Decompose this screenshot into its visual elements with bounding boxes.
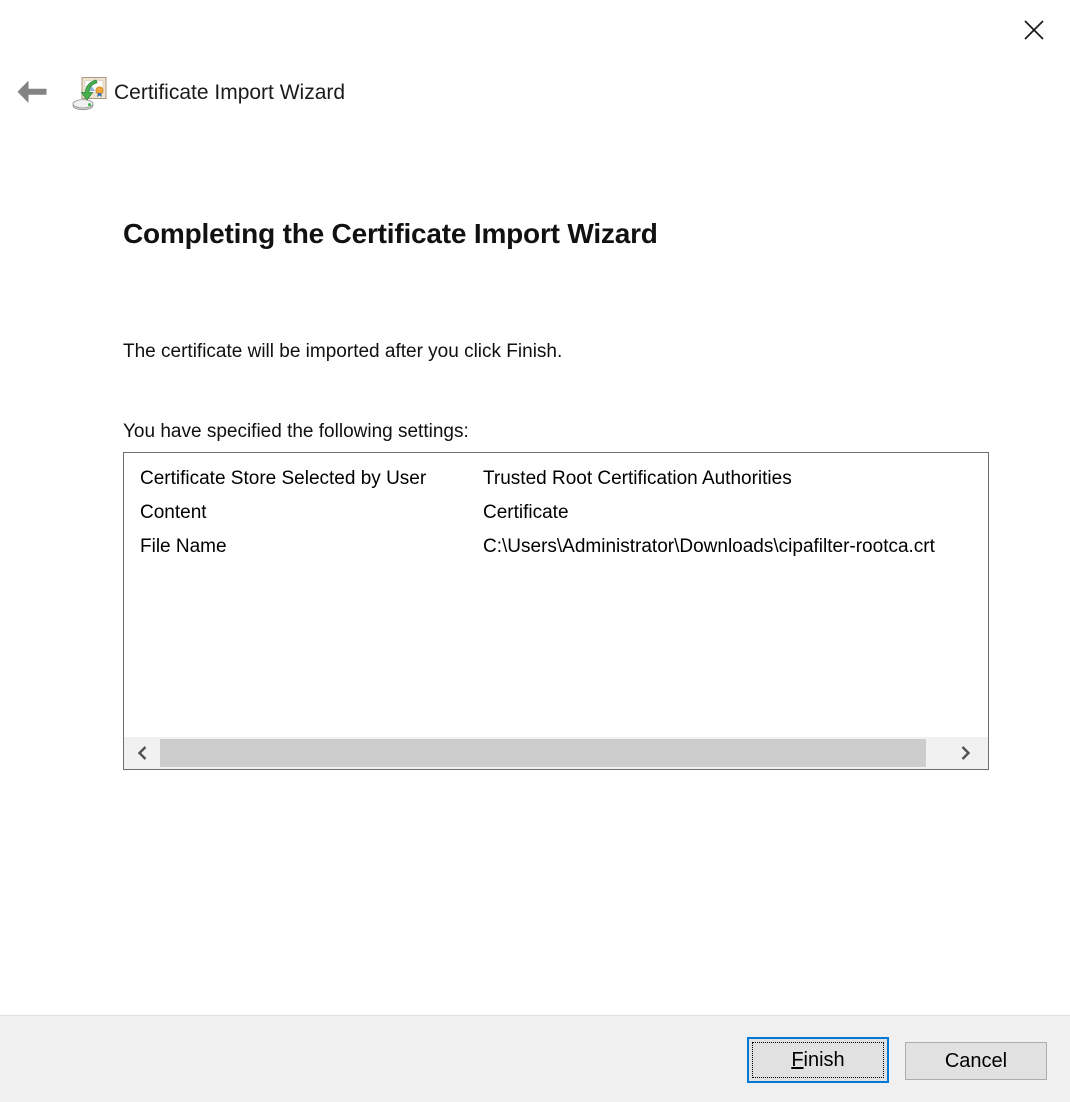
settings-rows: Certificate Store Selected by User Trust… [124, 453, 988, 564]
scroll-right-button[interactable] [942, 737, 988, 769]
setting-value: Certificate [483, 502, 988, 524]
cancel-button-label: Cancel [906, 1050, 1046, 1073]
setting-label: Certificate Store Selected by User [140, 468, 483, 490]
finish-button[interactable]: Finish [747, 1037, 889, 1083]
window-title: Certificate Import Wizard [114, 81, 345, 105]
settings-listbox[interactable]: Certificate Store Selected by User Trust… [123, 452, 989, 770]
settings-caption: You have specified the following setting… [123, 421, 469, 443]
setting-label: File Name [140, 536, 483, 558]
page-title: Completing the Certificate Import Wizard [123, 218, 658, 250]
back-arrow-icon [15, 78, 49, 106]
finish-button-label: Finish [749, 1049, 887, 1072]
setting-value: Trusted Root Certification Authorities [483, 468, 988, 490]
back-button[interactable] [13, 77, 51, 107]
cancel-button[interactable]: Cancel [905, 1042, 1047, 1080]
settings-row-certificate-store[interactable]: Certificate Store Selected by User Trust… [124, 462, 988, 496]
button-bar: Finish Cancel [0, 1015, 1070, 1102]
settings-row-content[interactable]: Content Certificate [124, 496, 988, 530]
close-button[interactable] [1014, 10, 1054, 50]
horizontal-scrollbar[interactable] [124, 737, 988, 769]
scrollbar-thumb[interactable] [160, 739, 926, 767]
setting-label: Content [140, 502, 483, 524]
settings-row-file-name[interactable]: File Name C:\Users\Administrator\Downloa… [124, 530, 988, 564]
chevron-left-icon [137, 745, 148, 761]
certificate-import-wizard-dialog: Certificate Import Wizard Completing the… [0, 0, 1070, 1102]
close-icon [1022, 18, 1046, 42]
scroll-left-button[interactable] [124, 737, 160, 769]
certificate-import-icon [72, 76, 108, 112]
setting-value: C:\Users\Administrator\Downloads\cipafil… [483, 536, 988, 558]
intro-text: The certificate will be imported after y… [123, 341, 562, 363]
chevron-right-icon [960, 745, 971, 761]
